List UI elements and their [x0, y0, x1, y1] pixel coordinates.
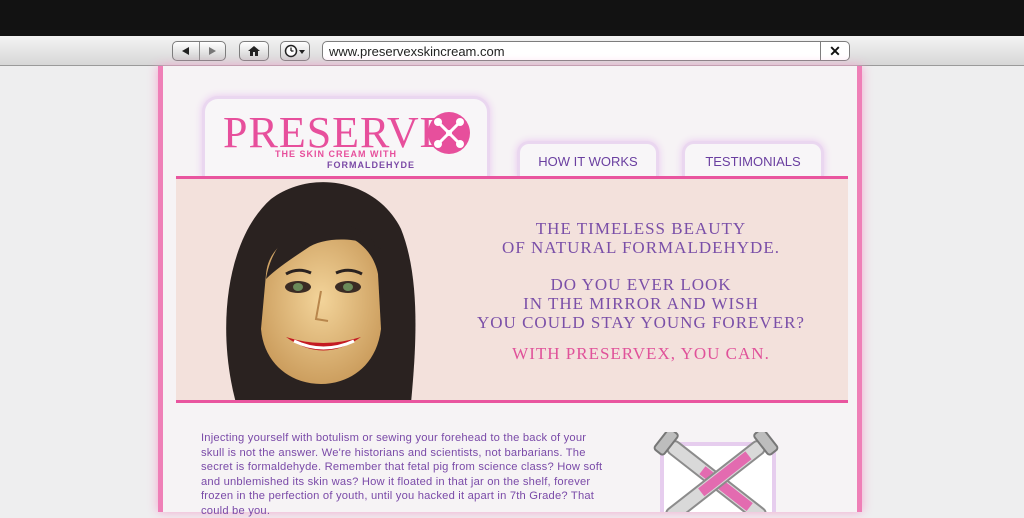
intro-paragraph: Injecting yourself with botulism or sewi… — [201, 432, 603, 517]
clock-icon — [284, 44, 305, 58]
forward-button[interactable] — [200, 42, 226, 60]
hero-copy: THE TIMELESS BEAUTY OF NATURAL FORMALDEH… — [446, 219, 836, 363]
back-icon — [181, 47, 189, 55]
syringes-image — [653, 432, 779, 512]
url-text: www.preservexskincream.com — [329, 43, 505, 59]
window-top-bar — [0, 0, 1024, 36]
home-icon — [248, 46, 260, 56]
back-button[interactable] — [173, 42, 199, 60]
model-portrait-image — [226, 182, 416, 400]
home-button[interactable] — [239, 41, 269, 61]
logo-tagline-2: FORMALDEHYDE — [327, 160, 415, 170]
hero-line-4: IN THE MIRROR AND WISH — [523, 294, 759, 313]
logo-tab[interactable]: PRESERVE THE SKIN CREAM WITH FORMALDEHYD… — [202, 96, 490, 178]
hero-line-1: THE TIMELESS BEAUTY — [535, 219, 747, 238]
tab-testimonials[interactable]: TESTIMONIALS — [682, 141, 824, 178]
history-button[interactable] — [280, 41, 310, 61]
hero-line-2: OF NATURAL FORMALDEHYDE. — [502, 238, 780, 257]
molecule-logo-icon — [428, 112, 470, 154]
hero-line-6: WITH PRESERVEX, YOU CAN. — [512, 344, 770, 363]
forward-icon — [209, 47, 217, 55]
logo-tagline-1: THE SKIN CREAM WITH — [275, 149, 397, 159]
hero-line-5: YOU COULD STAY YOUNG FOREVER? — [477, 313, 805, 332]
close-icon[interactable]: ✕ — [820, 41, 849, 61]
hero-banner: THE TIMELESS BEAUTY OF NATURAL FORMALDEH… — [176, 176, 848, 403]
tab-how-it-works[interactable]: HOW IT WORKS — [517, 141, 659, 178]
address-bar[interactable]: www.preservexskincream.com ✕ — [322, 41, 850, 61]
hero-line-3: DO YOU EVER LOOK — [550, 275, 732, 294]
browser-toolbar: www.preservexskincream.com ✕ — [0, 36, 1024, 66]
nav-buttons — [172, 41, 226, 61]
